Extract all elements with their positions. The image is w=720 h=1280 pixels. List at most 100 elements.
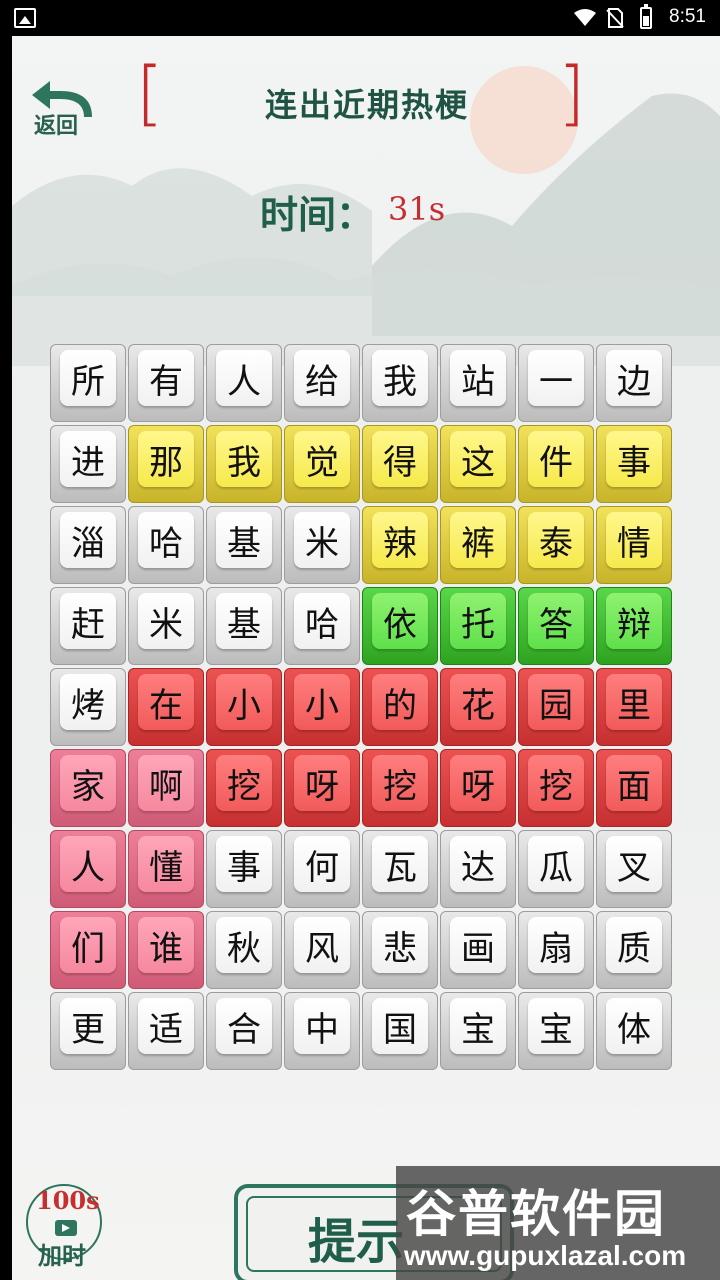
tile-character: 依 [372, 593, 428, 649]
tile-character: 裤 [450, 512, 506, 568]
word-tile[interactable]: 事 [596, 425, 672, 503]
word-tile[interactable]: 小 [284, 668, 360, 746]
word-tile[interactable]: 悲 [362, 911, 438, 989]
word-tile[interactable]: 啊 [128, 749, 204, 827]
word-tile[interactable]: 基 [206, 506, 282, 584]
word-tile[interactable]: 家 [50, 749, 126, 827]
timer-value: 31s [388, 190, 446, 228]
word-tile[interactable]: 米 [284, 506, 360, 584]
word-tile[interactable]: 淄 [50, 506, 126, 584]
word-tile[interactable]: 人 [206, 344, 282, 422]
tile-character: 秋 [216, 917, 272, 973]
word-tile[interactable]: 宝 [440, 992, 516, 1070]
word-tile[interactable]: 边 [596, 344, 672, 422]
word-tile[interactable]: 体 [596, 992, 672, 1070]
word-tile[interactable]: 事 [206, 830, 282, 908]
word-tile[interactable]: 更 [50, 992, 126, 1070]
word-tile[interactable]: 哈 [128, 506, 204, 584]
word-tile[interactable]: 叉 [596, 830, 672, 908]
word-tile[interactable]: 哈 [284, 587, 360, 665]
tile-character: 事 [606, 431, 662, 487]
word-tile[interactable]: 进 [50, 425, 126, 503]
word-tile[interactable]: 基 [206, 587, 282, 665]
word-tile[interactable]: 这 [440, 425, 516, 503]
word-tile[interactable]: 合 [206, 992, 282, 1070]
word-tile[interactable]: 给 [284, 344, 360, 422]
word-tile[interactable]: 的 [362, 668, 438, 746]
word-tile[interactable]: 有 [128, 344, 204, 422]
back-label[interactable]: 返回 [34, 108, 78, 140]
tile-character: 进 [60, 431, 116, 487]
tile-character: 园 [528, 674, 584, 730]
hint-label: 提示 [308, 1214, 405, 1270]
tile-character: 风 [294, 917, 350, 973]
word-tile[interactable]: 所 [50, 344, 126, 422]
word-tile[interactable]: 们 [50, 911, 126, 989]
tile-character: 有 [138, 350, 194, 406]
word-tile[interactable]: 瓜 [518, 830, 594, 908]
word-tile[interactable]: 答 [518, 587, 594, 665]
word-tile[interactable]: 托 [440, 587, 516, 665]
word-tile[interactable]: 那 [128, 425, 204, 503]
tile-character: 挖 [216, 755, 272, 811]
word-tile[interactable]: 里 [596, 668, 672, 746]
word-tile[interactable]: 泰 [518, 506, 594, 584]
tile-character: 们 [60, 917, 116, 973]
word-tile[interactable]: 觉 [284, 425, 360, 503]
word-tile[interactable]: 宝 [518, 992, 594, 1070]
word-tile[interactable]: 瓦 [362, 830, 438, 908]
tile-character: 挖 [372, 755, 428, 811]
status-bar: 8:51 [0, 0, 720, 36]
word-tile[interactable]: 秋 [206, 911, 282, 989]
word-tile[interactable]: 人 [50, 830, 126, 908]
word-tile[interactable]: 呀 [440, 749, 516, 827]
word-tile[interactable]: 谁 [128, 911, 204, 989]
tile-character: 辩 [606, 593, 662, 649]
word-tile[interactable]: 我 [206, 425, 282, 503]
word-tile[interactable]: 在 [128, 668, 204, 746]
tile-character: 呀 [450, 755, 506, 811]
word-tile[interactable]: 扇 [518, 911, 594, 989]
word-tile[interactable]: 烤 [50, 668, 126, 746]
tile-character: 呀 [294, 755, 350, 811]
word-tile[interactable]: 风 [284, 911, 360, 989]
word-tile[interactable]: 依 [362, 587, 438, 665]
word-tile[interactable]: 赶 [50, 587, 126, 665]
battery-icon [640, 4, 652, 29]
word-tile[interactable]: 画 [440, 911, 516, 989]
word-tile[interactable]: 得 [362, 425, 438, 503]
word-tile[interactable]: 挖 [518, 749, 594, 827]
word-tile[interactable]: 适 [128, 992, 204, 1070]
word-tile[interactable]: 米 [128, 587, 204, 665]
word-tile[interactable]: 国 [362, 992, 438, 1070]
word-tile[interactable]: 我 [362, 344, 438, 422]
tile-character: 这 [450, 431, 506, 487]
title-left-bracket: [ [136, 52, 164, 134]
word-tile[interactable]: 质 [596, 911, 672, 989]
word-tile[interactable]: 呀 [284, 749, 360, 827]
word-tile[interactable]: 花 [440, 668, 516, 746]
word-tile[interactable]: 中 [284, 992, 360, 1070]
word-tile[interactable]: 何 [284, 830, 360, 908]
tile-character: 给 [294, 350, 350, 406]
word-tile[interactable]: 面 [596, 749, 672, 827]
word-tile[interactable]: 件 [518, 425, 594, 503]
word-tile[interactable]: 挖 [362, 749, 438, 827]
tile-character: 的 [372, 674, 428, 730]
word-tile[interactable]: 一 [518, 344, 594, 422]
word-tile[interactable]: 小 [206, 668, 282, 746]
tile-character: 啊 [138, 755, 194, 811]
tile-character: 托 [450, 593, 506, 649]
watermark-main: 谷普软件园 [406, 1185, 666, 1243]
word-tile[interactable]: 达 [440, 830, 516, 908]
tile-character: 悲 [372, 917, 428, 973]
word-tile[interactable]: 辣 [362, 506, 438, 584]
word-tile[interactable]: 裤 [440, 506, 516, 584]
word-tile[interactable]: 辩 [596, 587, 672, 665]
tile-character: 花 [450, 674, 506, 730]
word-tile[interactable]: 挖 [206, 749, 282, 827]
word-tile[interactable]: 情 [596, 506, 672, 584]
word-tile[interactable]: 站 [440, 344, 516, 422]
word-tile[interactable]: 园 [518, 668, 594, 746]
word-tile[interactable]: 懂 [128, 830, 204, 908]
